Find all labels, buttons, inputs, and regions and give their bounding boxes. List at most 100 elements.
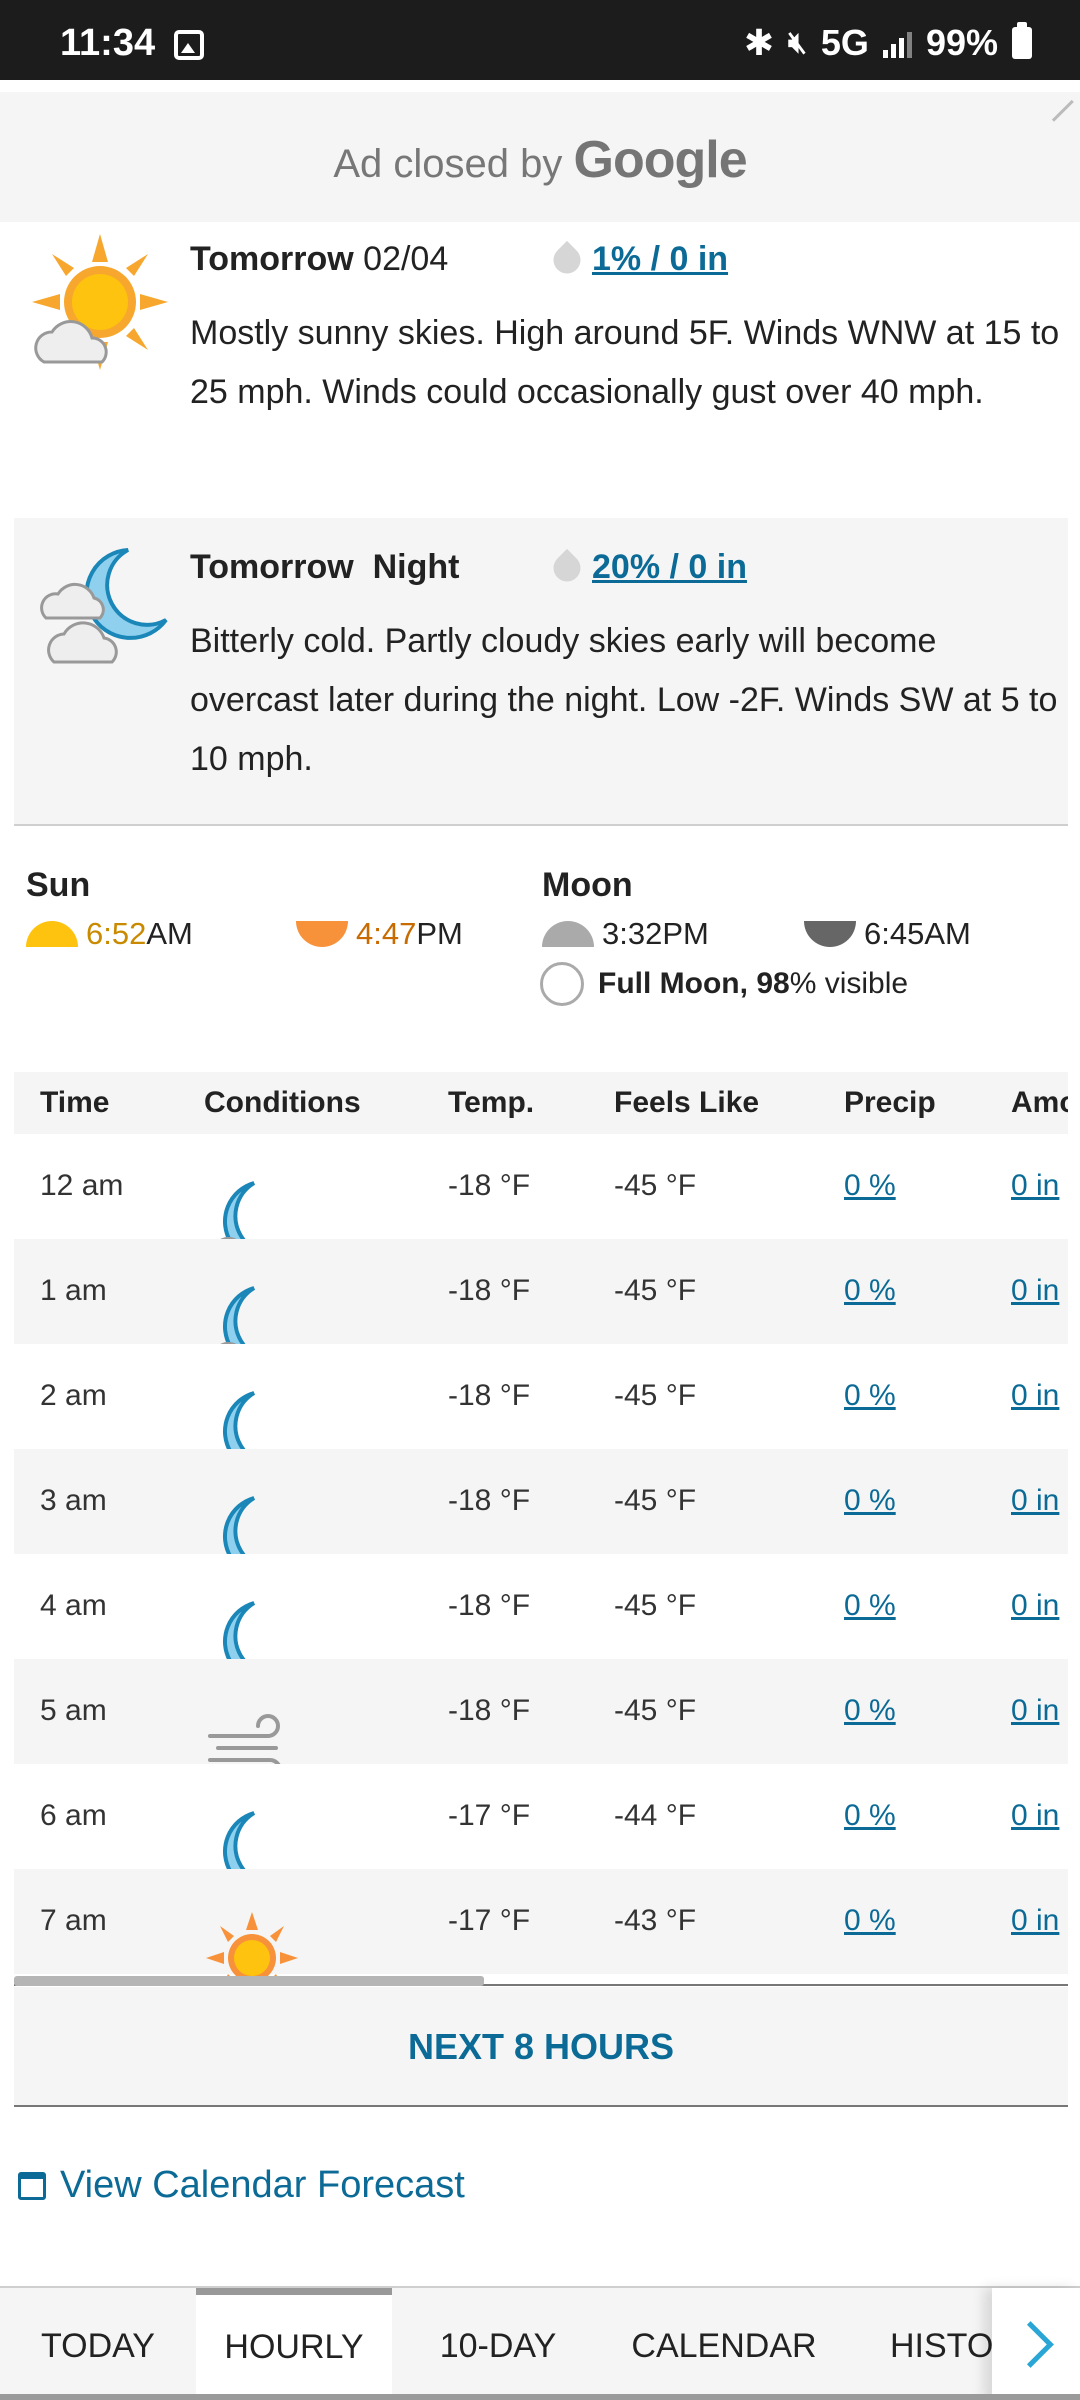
- moon-clouds-icon: [40, 548, 168, 664]
- row-temp: -18 °F: [448, 1484, 531, 1517]
- row-precip: 0 %: [844, 1589, 896, 1623]
- tab-hourly[interactable]: HOURLY: [196, 2288, 392, 2400]
- raindrop-icon: [547, 548, 587, 587]
- forecast-day-title: Tomorrow 02/04: [190, 240, 448, 279]
- forecast-day-label: Tomorrow: [190, 240, 354, 278]
- row-precip-link[interactable]: 0 %: [844, 1169, 896, 1202]
- google-logo: Google: [573, 131, 748, 189]
- next-8-hours-button[interactable]: NEXT 8 HOURS: [14, 1987, 1068, 2107]
- table-row: 2 am -18 °F -45 °F 0 % 0 in: [14, 1344, 1068, 1474]
- table-scrollbar-thumb[interactable]: [14, 1976, 484, 1986]
- row-feels-like: -45 °F: [614, 1589, 697, 1622]
- tab-calendar-label: CALENDAR: [631, 2327, 817, 2365]
- moon-phase-suffix: % visible: [789, 967, 909, 1000]
- tab-today[interactable]: TODAY: [0, 2288, 196, 2400]
- moon-phase-name: Full Moon,: [598, 967, 748, 1000]
- table-row: 1 am -18 °F -45 °F 0 % 0 in: [14, 1239, 1068, 1370]
- calendar-icon: [18, 2171, 46, 2200]
- row-precip-link[interactable]: 0 %: [844, 1379, 896, 1412]
- row-feels-like: -45 °F: [614, 1274, 697, 1307]
- forecast-day-precip: 1% / 0 in: [547, 240, 728, 279]
- row-amount-link[interactable]: 0 in: [1011, 1799, 1059, 1832]
- tab-calendar[interactable]: CALENDAR: [604, 2288, 844, 2400]
- row-amount: 0 in: [1011, 1484, 1059, 1518]
- moon-heading: Moon: [542, 866, 633, 904]
- moonrise-time: 3:32PM: [602, 916, 709, 951]
- forecast-tomorrow-night: Tomorrow Night 20% / 0 in Bitterly cold.…: [14, 518, 1068, 826]
- row-feels-like: -45 °F: [614, 1694, 697, 1727]
- hourly-table[interactable]: Time Conditions Temp. Feels Like Precip …: [14, 1072, 1068, 1980]
- sunrise-ampm: AM: [146, 916, 193, 951]
- ad-closed-label: Ad closed by: [333, 142, 563, 186]
- forecast-day-precip-link[interactable]: 1% / 0 in: [592, 240, 728, 279]
- table-row: 6 am -17 °F -44 °F 0 % 0 in: [14, 1764, 1068, 1894]
- tab-10-day[interactable]: 10-DAY: [392, 2288, 604, 2400]
- row-time: 3 am: [40, 1484, 107, 1517]
- moonset: 6:45AM: [804, 916, 971, 952]
- forecast-night-precip: 20% / 0 in: [547, 548, 747, 587]
- row-precip-link[interactable]: 0 %: [844, 1274, 896, 1307]
- moonrise: 3:32PM: [542, 916, 709, 952]
- row-amount: 0 in: [1011, 1274, 1059, 1308]
- tab-today-label: TODAY: [41, 2327, 155, 2365]
- row-temp: -18 °F: [448, 1694, 531, 1727]
- header-temp: Temp.: [448, 1086, 535, 1119]
- row-amount-link[interactable]: 0 in: [1011, 1169, 1059, 1202]
- row-amount: 0 in: [1011, 1589, 1059, 1623]
- row-feels-like: -43 °F: [614, 1904, 697, 1937]
- tab-history[interactable]: HISTORY: [844, 2288, 1004, 2400]
- row-amount-link[interactable]: 0 in: [1011, 1694, 1059, 1727]
- row-amount-link[interactable]: 0 in: [1011, 1274, 1059, 1307]
- row-amount: 0 in: [1011, 1169, 1059, 1203]
- row-precip: 0 %: [844, 1274, 896, 1308]
- header-time: Time: [40, 1086, 110, 1119]
- ad-collapse-icon[interactable]: [1034, 82, 1074, 122]
- row-amount-link[interactable]: 0 in: [1011, 1904, 1059, 1937]
- header-precip: Precip: [844, 1086, 936, 1119]
- row-precip-link[interactable]: 0 %: [844, 1904, 896, 1937]
- bottom-tab-bar: TODAY HOURLY 10-DAY CALENDAR HISTORY: [0, 2286, 1080, 2400]
- moonrise-icon: [542, 921, 594, 947]
- row-feels-like: -45 °F: [614, 1484, 697, 1517]
- row-temp: -18 °F: [448, 1274, 531, 1307]
- row-time: 4 am: [40, 1589, 107, 1622]
- table-row: 4 am -18 °F -45 °F 0 % 0 in: [14, 1554, 1068, 1684]
- table-row: 3 am -18 °F -45 °F 0 % 0 in: [14, 1449, 1068, 1579]
- table-row: 12 am -18 °F -45 °F 0 % 0 in: [14, 1134, 1068, 1265]
- row-amount-link[interactable]: 0 in: [1011, 1379, 1059, 1412]
- row-amount: 0 in: [1011, 1799, 1059, 1833]
- status-time: 11:34: [60, 22, 156, 64]
- nav-gesture-bar: [0, 2394, 1080, 2400]
- row-amount: 0 in: [1011, 1904, 1059, 1938]
- forecast-night-precip-link[interactable]: 20% / 0 in: [592, 548, 747, 587]
- row-amount-link[interactable]: 0 in: [1011, 1484, 1059, 1517]
- row-precip-link[interactable]: 0 %: [844, 1799, 896, 1832]
- row-precip: 0 %: [844, 1169, 896, 1203]
- row-precip: 0 %: [844, 1694, 896, 1728]
- sun-heading: Sun: [26, 866, 91, 904]
- sunrise-icon: [26, 921, 78, 947]
- row-precip: 0 %: [844, 1484, 896, 1518]
- header-conditions: Conditions: [204, 1086, 361, 1119]
- row-time: 1 am: [40, 1274, 107, 1307]
- row-precip: 0 %: [844, 1904, 896, 1938]
- row-precip-link[interactable]: 0 %: [844, 1484, 896, 1517]
- sunrise: 6:52AM: [26, 916, 193, 952]
- full-moon-icon: [540, 962, 584, 1006]
- row-amount-link[interactable]: 0 in: [1011, 1589, 1059, 1622]
- tab-10-day-label: 10-DAY: [439, 2327, 557, 2365]
- tab-scroll-right-icon[interactable]: [992, 2288, 1080, 2400]
- row-precip-link[interactable]: 0 %: [844, 1589, 896, 1622]
- mute-icon: 🔇︎: [788, 26, 807, 59]
- row-precip-link[interactable]: 0 %: [844, 1694, 896, 1727]
- signal-icon: [882, 28, 912, 58]
- row-precip: 0 %: [844, 1799, 896, 1833]
- view-calendar-link[interactable]: View Calendar Forecast: [18, 2164, 465, 2207]
- row-temp: -18 °F: [448, 1589, 531, 1622]
- tab-hourly-label: HOURLY: [224, 2328, 364, 2366]
- status-icons: ✱ 🔇︎ 5G 99%: [744, 22, 1032, 64]
- moonset-icon: [804, 921, 856, 947]
- row-temp: -18 °F: [448, 1169, 531, 1202]
- hourly-table-header: Time Conditions Temp. Feels Like Precip …: [14, 1072, 1068, 1134]
- forecast-tomorrow: Tomorrow 02/04 1% / 0 in Mostly sunny sk…: [0, 222, 1080, 518]
